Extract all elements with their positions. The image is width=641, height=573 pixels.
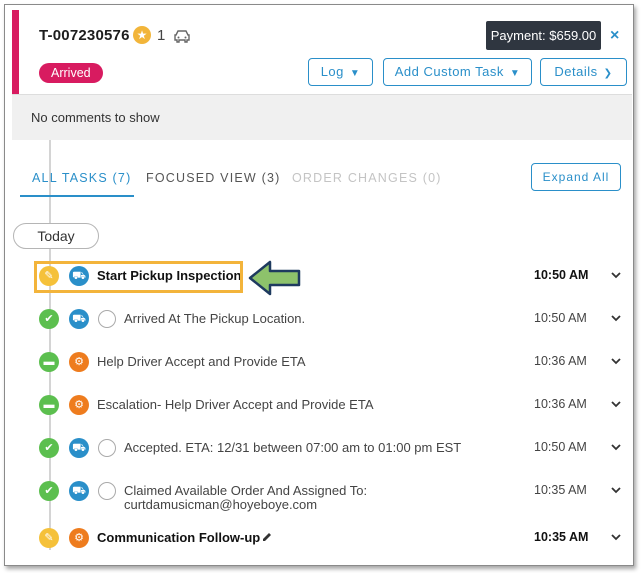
task-title-line-2: curtdamusicman@hoyeboye.com <box>124 497 318 512</box>
task-row[interactable]: ▬ ⚙ Escalation- Help Driver Accept and P… <box>5 391 633 421</box>
task-row[interactable]: ✔ ⛟ Arrived At The Pickup Location. 10:5… <box>5 305 633 335</box>
task-row[interactable]: ▬ ⚙ Help Driver Accept and Provide ETA 1… <box>5 348 633 378</box>
tab-all-tasks[interactable]: ALL TASKS (7) <box>32 171 131 185</box>
star-count: 1 <box>157 27 166 44</box>
chevron-down-icon[interactable] <box>609 311 623 325</box>
task-time: 10:36 AM <box>534 354 587 368</box>
chevron-down-icon: ▼ <box>509 68 521 79</box>
chevron-down-icon[interactable] <box>609 397 623 411</box>
truck-icon: ⛟ <box>69 309 89 329</box>
task-title: Arrived At The Pickup Location. <box>124 311 306 326</box>
chevron-down-icon[interactable] <box>609 483 623 497</box>
avatar <box>98 310 116 328</box>
task-time: 10:50 AM <box>534 268 589 282</box>
highlight-box <box>34 261 243 293</box>
tab-order-changes: ORDER CHANGES (0) <box>292 171 442 185</box>
details-button[interactable]: Details ❯ <box>540 58 627 86</box>
task-title-line-1: Claimed Available Order And Assigned To: <box>124 483 368 498</box>
pencil-icon[interactable] <box>260 530 274 544</box>
chevron-down-icon[interactable] <box>609 354 623 368</box>
truck-icon: ⛟ <box>69 481 89 501</box>
check-icon: ✔ <box>39 309 59 329</box>
task-time: 10:36 AM <box>534 397 587 411</box>
task-title: Accepted. ETA: 12/31 between 07:00 am to… <box>124 440 462 455</box>
chevron-down-icon[interactable] <box>609 268 623 282</box>
task-time: 10:35 AM <box>534 483 587 497</box>
check-icon: ✔ <box>39 481 59 501</box>
star-icon[interactable]: ★ <box>133 26 151 44</box>
details-button-label: Details <box>554 64 598 79</box>
log-button[interactable]: Log ▼ <box>308 58 373 86</box>
task-time: 10:50 AM <box>534 440 587 454</box>
avatar <box>98 439 116 457</box>
day-separator: Today <box>13 223 99 249</box>
status-badge: Arrived <box>39 63 103 83</box>
task-title: Escalation- Help Driver Accept and Provi… <box>97 397 374 412</box>
gear-icon: ⚙ <box>69 528 89 548</box>
check-icon: ✔ <box>39 438 59 458</box>
car-icon <box>174 30 190 43</box>
chevron-right-icon: ❯ <box>603 68 613 79</box>
task-title: Communication Follow-up <box>97 530 261 545</box>
chevron-down-icon[interactable] <box>609 530 623 544</box>
chevron-down-icon[interactable] <box>609 440 623 454</box>
comments-panel: No comments to show <box>12 94 632 140</box>
trash-icon: ▬ <box>39 352 59 372</box>
ticket-id: T-007230576 <box>39 27 130 44</box>
task-panel: T-007230576 ★ 1 Payment: $659.00 × Arriv… <box>4 4 634 566</box>
trash-icon: ▬ <box>39 395 59 415</box>
avatar <box>98 482 116 500</box>
task-time: 10:35 AM <box>534 530 589 544</box>
close-icon[interactable]: × <box>610 27 619 45</box>
active-tab-underline <box>20 195 134 197</box>
task-title: Help Driver Accept and Provide ETA <box>97 354 306 369</box>
status-accent-bar <box>12 10 19 94</box>
task-row[interactable]: ✔ ⛟ Accepted. ETA: 12/31 between 07:00 a… <box>5 434 633 464</box>
gear-icon: ⚙ <box>69 395 89 415</box>
comments-empty-text: No comments to show <box>31 110 160 125</box>
tab-focused-view[interactable]: FOCUSED VIEW (3) <box>146 171 280 185</box>
task-row[interactable]: ✔ ⛟ Claimed Available Order And Assigned… <box>5 477 633 517</box>
payment-badge: Payment: $659.00 <box>486 21 601 50</box>
chevron-down-icon: ▼ <box>349 68 361 79</box>
task-row[interactable]: ✎ ⚙ Communication Follow-up 10:35 AM <box>5 524 633 554</box>
add-custom-task-button[interactable]: Add Custom Task ▼ <box>383 58 532 86</box>
add-task-button-label: Add Custom Task <box>394 64 504 79</box>
task-time: 10:50 AM <box>534 311 587 325</box>
pencil-status-icon: ✎ <box>39 528 59 548</box>
log-button-label: Log <box>320 64 344 79</box>
gear-icon: ⚙ <box>69 352 89 372</box>
expand-all-button[interactable]: Expand All <box>531 163 621 191</box>
pointer-arrow-icon <box>248 260 301 296</box>
order-header: T-007230576 ★ 1 Payment: $659.00 × Arriv… <box>12 10 632 94</box>
truck-icon: ⛟ <box>69 438 89 458</box>
